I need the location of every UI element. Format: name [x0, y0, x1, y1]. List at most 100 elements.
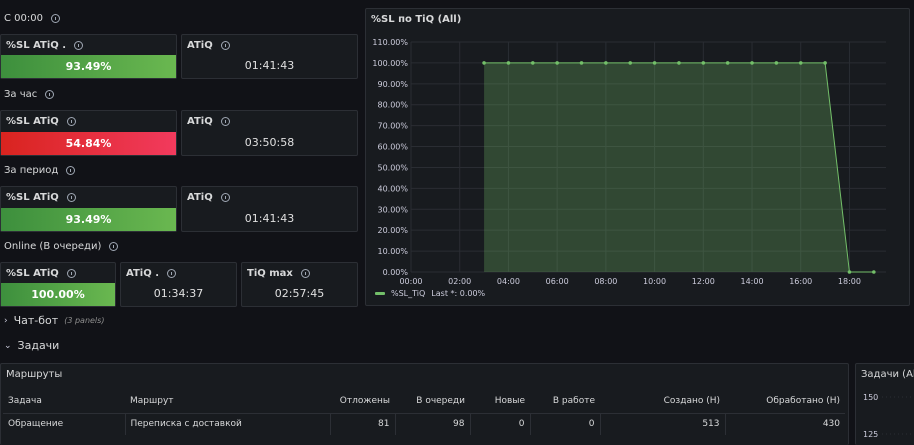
data-point — [506, 61, 511, 65]
group-title-since-midnight: С 00:00 — [4, 13, 60, 24]
info-icon[interactable] — [50, 14, 60, 23]
sl-gauge-bar: 93.49% — [1, 208, 176, 231]
x-tick-label: 10:00 — [643, 277, 666, 286]
info-icon[interactable] — [66, 166, 76, 175]
stat-panel-tiq-max-online[interactable]: TiQ max 02:57:45 — [241, 262, 358, 307]
y-tick-label: 90.00% — [377, 80, 408, 89]
atiq-value: 01:34:37 — [153, 287, 204, 300]
group-title-per-hour: За час — [4, 89, 55, 100]
table-cell: 0 — [470, 413, 531, 435]
stat-panel-atiq-per-period[interactable]: ATiQ 01:41:43 — [181, 186, 358, 232]
data-point — [872, 270, 876, 274]
y-tick-label: 150 — [863, 393, 878, 402]
y-tick-label: 100.00% — [372, 59, 408, 68]
info-icon[interactable] — [66, 117, 76, 126]
y-tick-label: 0.00% — [383, 268, 409, 277]
sl-gauge-bar: 93.49% — [1, 55, 176, 78]
column-header[interactable]: Новые — [470, 389, 530, 414]
series-area — [484, 62, 874, 273]
chevron-right-icon: › — [4, 315, 8, 326]
stat-panel-atiq-since-midnight[interactable]: ATiQ 01:41:43 — [181, 34, 358, 79]
row-header-chatbot[interactable]: › Чат-бот (3 panels) — [4, 314, 104, 327]
tiq-max-value: 02:57:45 — [274, 287, 325, 300]
tasks-chart[interactable]: 150 125 — [856, 364, 914, 445]
sl-gauge-bar: 54.84% — [1, 132, 176, 155]
data-point — [677, 61, 681, 65]
info-icon[interactable] — [300, 269, 310, 278]
stat-panel-sl-online[interactable]: %SL ATiQ 100.00% — [0, 262, 116, 307]
column-header[interactable]: В работе — [530, 389, 600, 414]
data-point — [652, 61, 657, 65]
table-cell: Обращение — [3, 413, 126, 435]
table-title: Маршруты — [6, 369, 63, 380]
column-header[interactable]: Отложены — [330, 389, 395, 414]
stat-panel-atiq-online[interactable]: ATiQ . 01:34:37 — [120, 262, 237, 307]
row-header-tasks[interactable]: ⌄ Задачи — [4, 339, 59, 352]
info-icon[interactable] — [167, 269, 176, 278]
column-header[interactable]: Обработано (Н) — [725, 389, 845, 414]
x-tick-label: 06:00 — [546, 277, 569, 286]
stat-panel-sl-since-midnight[interactable]: %SL ATiQ . 93.49% — [0, 34, 177, 79]
info-icon[interactable] — [66, 269, 76, 278]
table-row[interactable]: Обращение Переписка с доставкой 81 98 0 0 513 4… — [3, 413, 845, 435]
info-icon[interactable] — [45, 90, 55, 99]
legend-last-value: Last *: 0.00% — [431, 289, 486, 298]
info-icon[interactable] — [74, 41, 84, 50]
x-tick-label: 16:00 — [789, 277, 812, 286]
info-icon[interactable] — [220, 193, 230, 202]
legend-swatch — [375, 292, 385, 295]
x-tick-label: 04:00 — [497, 277, 520, 286]
atiq-value: 01:41:43 — [244, 212, 295, 225]
table-cell: 0 — [530, 413, 601, 435]
data-point — [701, 61, 706, 65]
chart-panel-sl-tiq[interactable]: %SL по TiQ (All) 0.00% 10.00% 20.00% 30.00%… — [365, 8, 910, 306]
x-tick-label: 00:00 — [399, 277, 422, 286]
info-icon[interactable] — [220, 117, 230, 126]
x-tick-label: 12:00 — [692, 277, 715, 286]
x-tick-label: 02:00 — [448, 277, 471, 286]
x-tick-label: 18:00 — [838, 277, 861, 286]
stat-panel-sl-per-period[interactable]: %SL ATiQ 93.49% — [0, 186, 177, 232]
y-tick-label: 50.00% — [377, 163, 408, 172]
y-tick-label: 110.00% — [372, 38, 408, 47]
group-title-per-period: За период — [4, 165, 76, 176]
atiq-value: 01:41:43 — [244, 59, 295, 72]
info-icon[interactable] — [109, 242, 119, 251]
table-cell: 81 — [330, 413, 396, 435]
data-point — [579, 61, 584, 65]
data-point — [847, 270, 852, 274]
sl-tiq-area-chart[interactable]: 0.00% 10.00% 20.00% 30.00% 40.00% 50.00% 60.00… — [366, 9, 909, 305]
table-panel-routes[interactable]: Маршруты Задача Маршрут Отложены В очереди Н… — [0, 363, 849, 445]
y-tick-label: 20.00% — [377, 226, 408, 235]
table-cell: 98 — [395, 413, 471, 435]
data-point — [555, 61, 559, 65]
routes-table: Задача Маршрут Отложены В очереди Новые В раб… — [3, 389, 845, 435]
table-cell: Переписка с доставкой — [125, 413, 331, 435]
info-icon[interactable] — [66, 193, 76, 202]
info-icon[interactable] — [220, 41, 230, 50]
chart-panel-tasks-all[interactable]: Задачи (All) 150125 — [855, 363, 914, 445]
y-tick-label: 10.00% — [377, 247, 408, 256]
y-tick-label: 80.00% — [377, 101, 408, 110]
chevron-down-icon: ⌄ — [4, 340, 12, 351]
x-tick-label: 14:00 — [740, 277, 763, 286]
column-header[interactable]: Создано (Н) — [600, 389, 725, 414]
data-point — [482, 61, 486, 65]
column-header[interactable]: В очереди — [395, 389, 470, 414]
y-tick-label: 125 — [863, 430, 878, 439]
data-point — [798, 61, 803, 65]
y-tick-label: 60.00% — [377, 143, 408, 152]
legend-series-name: %SL_TiQ — [391, 289, 426, 298]
data-point — [725, 61, 730, 65]
column-header[interactable]: Маршрут — [125, 389, 330, 414]
column-header[interactable]: Задача — [3, 389, 125, 414]
y-tick-label: 40.00% — [377, 184, 408, 193]
sl-gauge-bar: 100.00% — [1, 283, 115, 306]
table-cell: 513 — [600, 413, 726, 435]
chart-legend[interactable]: %SL_TiQ Last *: 0.00% — [375, 289, 485, 298]
data-point — [774, 61, 779, 65]
stat-panel-sl-per-hour[interactable]: %SL ATiQ 54.84% — [0, 110, 177, 156]
y-tick-label: 70.00% — [377, 122, 408, 131]
stat-panel-atiq-per-hour[interactable]: ATiQ 03:50:58 — [181, 110, 358, 156]
data-point — [823, 61, 827, 65]
